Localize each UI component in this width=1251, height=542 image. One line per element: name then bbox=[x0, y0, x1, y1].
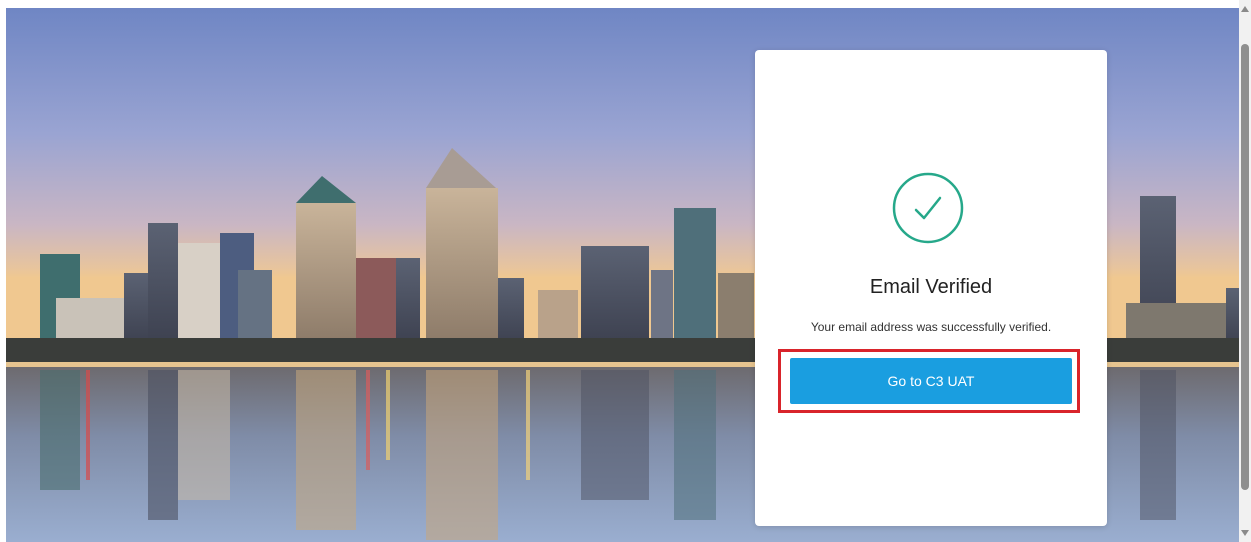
verification-card: Email Verified Your email address was su… bbox=[755, 50, 1107, 526]
card-title: Email Verified bbox=[869, 276, 993, 298]
go-to-app-button[interactable]: Go to C3 UAT bbox=[790, 358, 1072, 404]
vertical-scrollbar[interactable] bbox=[1239, 0, 1251, 542]
scroll-up-arrow-icon[interactable] bbox=[1241, 6, 1249, 12]
scroll-down-arrow-icon[interactable] bbox=[1241, 530, 1249, 536]
check-circle-icon bbox=[892, 172, 964, 244]
scroll-thumb[interactable] bbox=[1241, 44, 1249, 490]
card-message: Your email address was successfully veri… bbox=[810, 320, 1052, 334]
page: Email Verified Your email address was su… bbox=[0, 0, 1251, 542]
